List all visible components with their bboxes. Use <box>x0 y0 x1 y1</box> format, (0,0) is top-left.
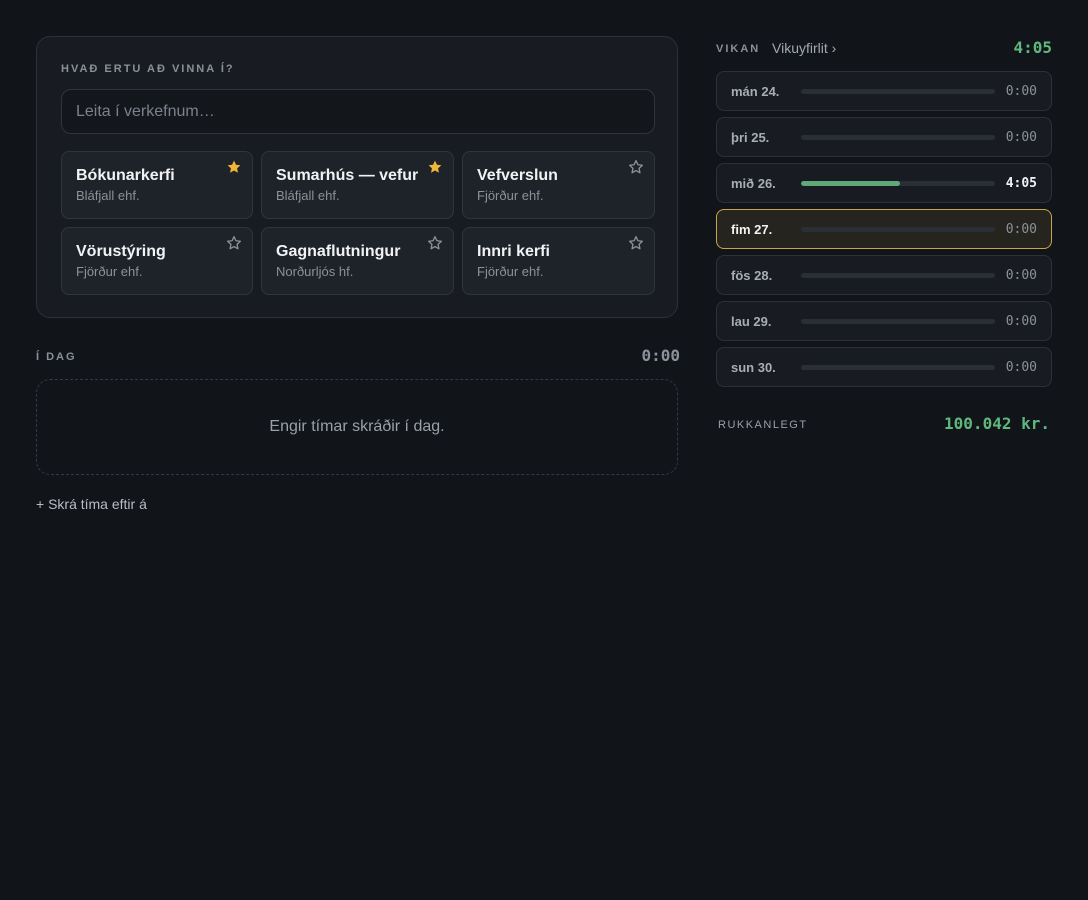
week-day-row[interactable]: þri 25. 0:00 <box>716 117 1052 157</box>
project-search-input[interactable] <box>61 89 655 134</box>
day-progress-bar <box>801 181 995 186</box>
day-time: 0:00 <box>1005 314 1037 329</box>
week-day-row[interactable]: mið 26. 4:05 <box>716 163 1052 203</box>
star-outline-icon[interactable] <box>628 159 644 175</box>
day-progress-bar <box>801 89 995 94</box>
star-filled-icon[interactable] <box>226 159 242 175</box>
day-label: fös 28. <box>731 268 773 283</box>
project-client: Fjörður ehf. <box>76 264 143 279</box>
day-label: mán 24. <box>731 84 780 99</box>
project-client: Bláfjall ehf. <box>276 188 340 203</box>
day-time: 0:00 <box>1005 360 1037 375</box>
picker-heading: HVAÐ ERTU AÐ VINNA Í? <box>61 63 235 75</box>
day-progress-bar <box>801 365 995 370</box>
week-day-row[interactable]: sun 30. 0:00 <box>716 347 1052 387</box>
day-label: mið 26. <box>731 176 776 191</box>
project-client: Bláfjall ehf. <box>76 188 140 203</box>
star-outline-icon[interactable] <box>628 235 644 251</box>
week-day-row[interactable]: mán 24. 0:00 <box>716 71 1052 111</box>
day-progress-bar <box>801 273 995 278</box>
week-day-row[interactable]: lau 29. 0:00 <box>716 301 1052 341</box>
week-total: 4:05 <box>1013 38 1052 57</box>
project-client: Fjörður ehf. <box>477 188 544 203</box>
project-picker: HVAÐ ERTU AÐ VINNA Í? Bókunarkerfi Bláfja… <box>36 36 678 318</box>
project-grid: Bókunarkerfi Bláfjall ehf. Sumarhús — vefu… <box>61 151 655 295</box>
week-day-row[interactable]: fös 28. 0:00 <box>716 255 1052 295</box>
project-name: Sumarhús — vefur <box>276 167 419 184</box>
billable-value: 100.042 kr. <box>944 414 1050 433</box>
project-name: Vefverslun <box>477 167 558 184</box>
project-client: Fjörður ehf. <box>477 264 544 279</box>
day-progress-bar <box>801 319 995 324</box>
week-overview-link[interactable]: Vikuyfirlit › <box>772 40 836 56</box>
day-time: 0:00 <box>1005 130 1037 145</box>
add-time-later-button[interactable]: + Skrá tíma eftir á <box>36 496 147 512</box>
billable-label: RUKKANLEGT <box>718 419 808 431</box>
today-total: 0:00 <box>641 346 680 365</box>
empty-state-text: Engir tímar skráðir í dag. <box>269 418 445 435</box>
project-name: Innri kerfi <box>477 243 550 260</box>
day-time: 0:00 <box>1005 268 1037 283</box>
project-client: Norðurljós hf. <box>276 264 354 279</box>
day-label: þri 25. <box>731 130 770 145</box>
project-card[interactable]: Vörustýring Fjörður ehf. <box>61 227 253 295</box>
day-time: 0:00 <box>1005 222 1037 237</box>
week-days-list: mán 24. 0:00 þri 25. 0:00 mið 26. 4:05 fim 27.… <box>716 71 1052 393</box>
project-card[interactable]: Bókunarkerfi Bláfjall ehf. <box>61 151 253 219</box>
star-filled-icon[interactable] <box>427 159 443 175</box>
project-name: Vörustýring <box>76 243 166 260</box>
today-heading: Í DAG <box>36 351 77 363</box>
day-label: fim 27. <box>731 222 773 237</box>
project-card[interactable]: Gagnaflutningur Norðurljós hf. <box>261 227 454 295</box>
week-day-row[interactable]: fim 27. 0:00 <box>716 209 1052 249</box>
week-heading: VIKAN <box>716 43 761 55</box>
project-card[interactable]: Innri kerfi Fjörður ehf. <box>462 227 655 295</box>
day-time: 4:05 <box>1005 176 1037 191</box>
day-label: sun 30. <box>731 360 776 375</box>
star-outline-icon[interactable] <box>226 235 242 251</box>
day-label: lau 29. <box>731 314 772 329</box>
day-time: 0:00 <box>1005 84 1037 99</box>
day-progress-bar <box>801 227 995 232</box>
star-outline-icon[interactable] <box>427 235 443 251</box>
day-progress-fill <box>801 181 900 186</box>
today-empty-state: Engir tímar skráðir í dag. <box>36 379 678 475</box>
project-card[interactable]: Sumarhús — vefur Bláfjall ehf. <box>261 151 454 219</box>
project-card[interactable]: Vefverslun Fjörður ehf. <box>462 151 655 219</box>
day-progress-bar <box>801 135 995 140</box>
project-name: Gagnaflutningur <box>276 243 401 260</box>
project-name: Bókunarkerfi <box>76 167 175 184</box>
